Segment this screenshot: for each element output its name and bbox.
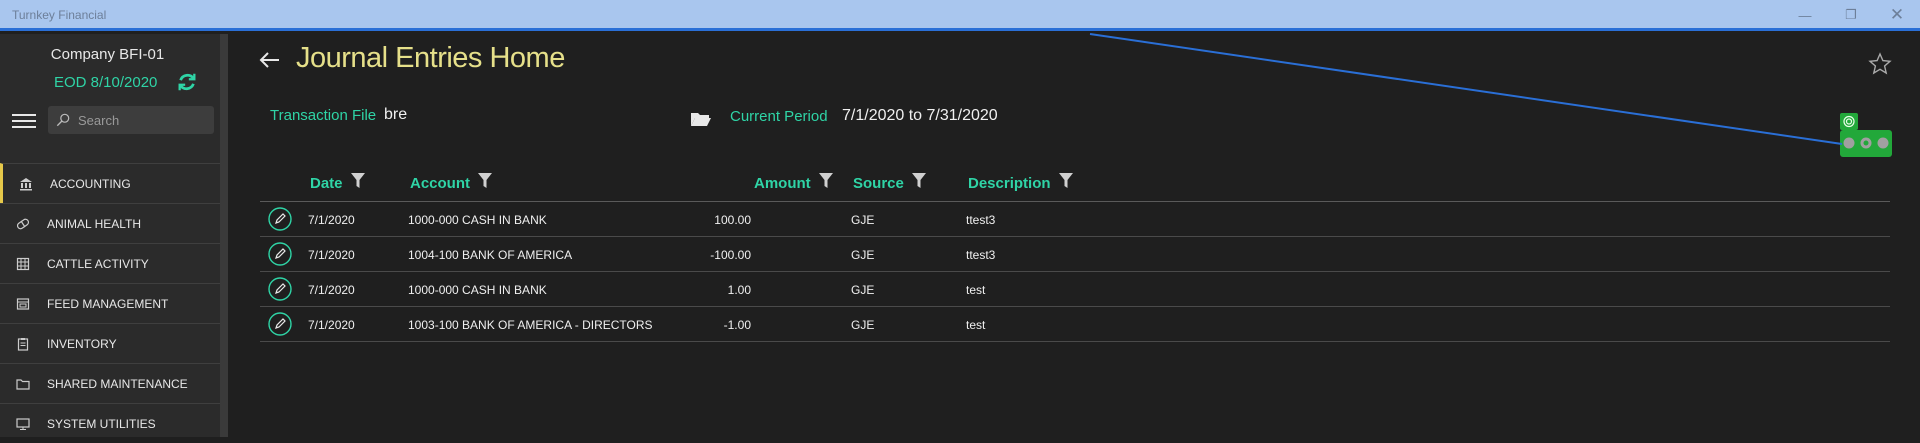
sidebar-item-system-utilities[interactable]: SYSTEM UTILITIES (0, 403, 220, 443)
eod-date: EOD 8/10/2020 (54, 74, 158, 91)
monitor-icon (16, 417, 30, 431)
column-label: Amount (754, 175, 811, 192)
pill-icon (16, 217, 30, 231)
current-period-value: 7/1/2020 to 7/31/2020 (842, 107, 998, 124)
app-title: Turnkey Financial (12, 8, 107, 22)
edit-pencil-icon[interactable] (268, 312, 292, 336)
favorite-star-icon[interactable] (1868, 52, 1892, 76)
sidebar-item-feed-management[interactable]: FEED MANAGEMENT (0, 283, 220, 323)
cell-source: GJE (851, 283, 875, 297)
grid-header: Date Account Amount Source Description (260, 165, 1890, 202)
nav-menu: ACCOUNTING ANIMAL HEALTH CATTLE ACTIVITY… (0, 163, 220, 443)
company-name: Company BFI-01 (50, 46, 165, 63)
sidebar-item-label: INVENTORY (47, 336, 117, 351)
table-row[interactable]: 7/1/2020 1000-000 CASH IN BANK 1.00 GJE … (260, 272, 1890, 307)
cell-date: 7/1/2020 (308, 318, 355, 332)
window-titlebar: Turnkey Financial — ❐ ✕ (0, 0, 1920, 31)
sidebar-item-inventory[interactable]: INVENTORY (0, 323, 220, 363)
filter-icon[interactable] (350, 172, 365, 189)
filter-icon[interactable] (1058, 172, 1073, 189)
maximize-button[interactable]: ❐ (1828, 0, 1874, 30)
main-content: Journal Entries Home Transaction File br… (228, 34, 1920, 437)
back-arrow-icon[interactable] (258, 48, 282, 72)
cell-description: ttest3 (966, 248, 996, 262)
cell-source: GJE (851, 213, 875, 227)
search-box[interactable] (48, 106, 214, 134)
column-header-description[interactable]: Description (968, 172, 1073, 192)
column-header-source[interactable]: Source (853, 172, 926, 192)
edit-pencil-icon[interactable] (268, 277, 292, 301)
sidebar-item-accounting[interactable]: ACCOUNTING (0, 163, 220, 203)
column-label: Account (410, 175, 470, 192)
cell-account: 1000-000 CASH IN BANK (408, 283, 547, 297)
cell-account: 1000-000 CASH IN BANK (408, 213, 547, 227)
column-label: Source (853, 175, 904, 192)
journal-entries-grid: Date Account Amount Source Description 7… (260, 165, 1890, 342)
cell-date: 7/1/2020 (308, 213, 355, 227)
cell-description: test (966, 283, 986, 297)
cell-amount: -1.00 (723, 318, 751, 332)
hamburger-menu-icon[interactable] (12, 114, 36, 130)
page-title: Journal Entries Home (296, 42, 565, 74)
edit-pencil-icon[interactable] (268, 207, 292, 231)
minimize-button[interactable]: — (1782, 0, 1828, 30)
cell-account: 1004-100 BANK OF AMERICA (408, 248, 573, 262)
cell-account: 1003-100 BANK OF AMERICA - DIRECTORS (408, 318, 653, 332)
table-row[interactable]: 7/1/2020 1004-100 BANK OF AMERICA -100.0… (260, 237, 1890, 272)
transaction-file-value: bre (384, 106, 408, 123)
current-period-label: Current Period (730, 108, 828, 125)
refresh-icon[interactable] (176, 71, 198, 93)
cell-source: GJE (851, 318, 875, 332)
cell-description: ttest3 (966, 213, 996, 227)
cell-amount: -100.00 (710, 248, 751, 262)
sidebar-item-shared-maintenance[interactable]: SHARED MAINTENANCE (0, 363, 220, 403)
cell-amount: 1.00 (727, 283, 751, 297)
column-header-account[interactable]: Account (410, 172, 492, 192)
search-input[interactable] (78, 112, 208, 128)
sidebar-item-cattle-activity[interactable]: CATTLE ACTIVITY (0, 243, 220, 283)
sidebar-item-label: ACCOUNTING (50, 176, 131, 191)
folder-icon (16, 377, 30, 391)
cell-amount: 100.00 (714, 213, 751, 227)
column-header-amount[interactable]: Amount (754, 172, 833, 192)
sidebar-item-label: SHARED MAINTENANCE (47, 376, 188, 391)
sidebar-item-label: SYSTEM UTILITIES (47, 416, 156, 431)
table-row[interactable]: 7/1/2020 1000-000 CASH IN BANK 100.00 GJ… (260, 202, 1890, 237)
open-folder-icon[interactable] (690, 110, 712, 128)
filter-icon[interactable] (911, 172, 926, 189)
close-button[interactable]: ✕ (1874, 0, 1920, 30)
clipboard-icon (16, 337, 30, 351)
cell-source: GJE (851, 248, 875, 262)
cell-date: 7/1/2020 (308, 283, 355, 297)
column-header-date[interactable]: Date (310, 172, 365, 192)
column-label: Date (310, 175, 343, 192)
sidebar-item-label: ANIMAL HEALTH (47, 216, 142, 231)
debug-widget-icon[interactable] (1840, 113, 1892, 157)
sidebar-item-label: CATTLE ACTIVITY (47, 256, 149, 271)
building-icon (16, 257, 30, 271)
table-row[interactable]: 7/1/2020 1003-100 BANK OF AMERICA - DIRE… (260, 307, 1890, 342)
filter-icon[interactable] (478, 172, 492, 189)
cell-date: 7/1/2020 (308, 248, 355, 262)
bank-icon (19, 177, 33, 191)
sidebar: Company BFI-01 EOD 8/10/2020 ACCOUNTING … (0, 34, 228, 437)
filter-icon[interactable] (818, 172, 833, 189)
sidebar-item-animal-health[interactable]: ANIMAL HEALTH (0, 203, 220, 243)
cell-description: test (966, 318, 986, 332)
column-label: Description (968, 175, 1051, 192)
sidebar-item-label: FEED MANAGEMENT (47, 296, 169, 311)
search-icon (56, 113, 70, 127)
edit-pencil-icon[interactable] (268, 242, 292, 266)
feed-icon (16, 297, 30, 311)
transaction-file-label: Transaction File (270, 107, 377, 124)
